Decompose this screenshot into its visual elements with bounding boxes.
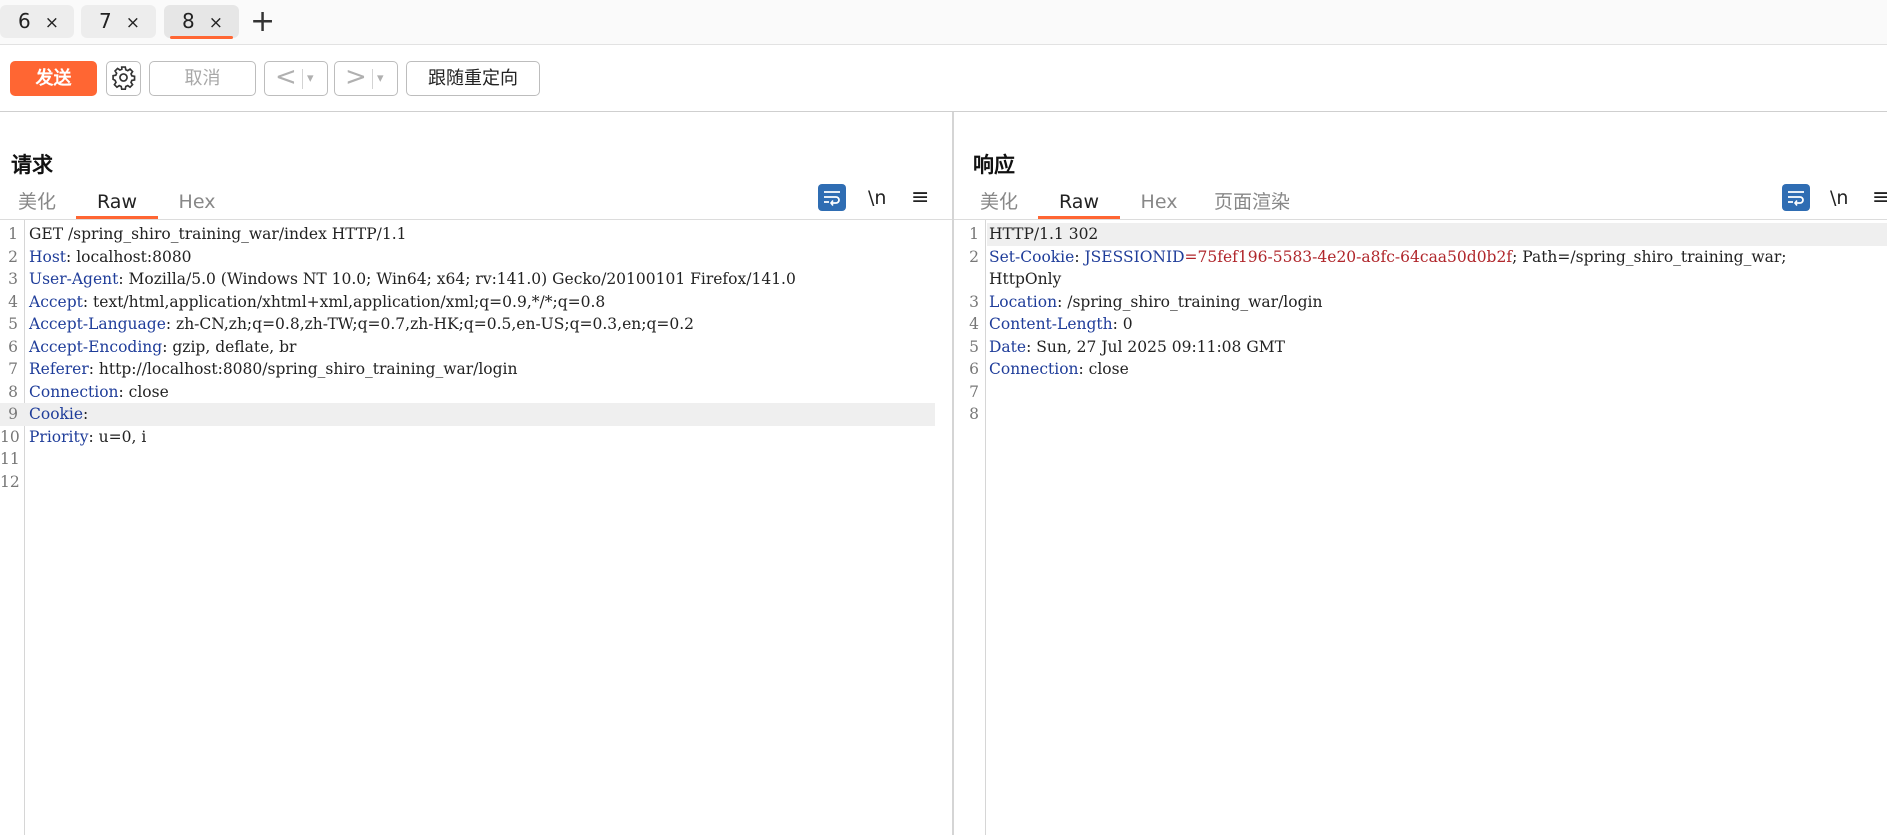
- tab-6[interactable]: 6 ×: [0, 5, 74, 38]
- settings-button[interactable]: [106, 61, 141, 96]
- code-line: 3 Location: /spring_shiro_training_war/lo…: [969, 292, 1323, 311]
- request-pane: 请求 美化 Raw Hex \n ≡ 1 GET /spring_shiro_tr…: [0, 112, 952, 835]
- code-line: 6 Connection: close: [969, 360, 1129, 378]
- tab-raw[interactable]: Raw: [1038, 185, 1120, 219]
- menu-icon[interactable]: ≡: [1872, 185, 1887, 211]
- tab-strip: 6 × 7 × 8 × +: [0, 0, 1887, 45]
- close-icon[interactable]: ×: [45, 13, 59, 33]
- code-line: 5 Date: Sun, 27 Jul 2025 09:11:08 GMT: [969, 337, 1285, 356]
- code-line: 1 GET /spring_shiro_training_war/index HT…: [8, 225, 407, 243]
- gear-icon: [112, 66, 136, 90]
- tab-pretty[interactable]: 美化: [18, 185, 56, 219]
- toolbar: 发送 取消 < ▾ > ▾ 跟随重定向: [0, 45, 1887, 112]
- code-line: 4 Accept: text/html,application/xhtml+xml…: [8, 292, 606, 311]
- code-line: 6 Accept-Encoding: gzip, deflate, br: [8, 337, 297, 356]
- tab-raw[interactable]: Raw: [76, 185, 158, 219]
- code-line: 12: [0, 472, 20, 491]
- response-title: 响应: [973, 153, 1015, 177]
- tab-hex[interactable]: Hex: [1140, 185, 1178, 219]
- cancel-button[interactable]: 取消: [149, 61, 256, 96]
- tab-8[interactable]: 8 ×: [164, 5, 239, 39]
- code-line: 8: [969, 405, 979, 423]
- add-tab-button[interactable]: +: [250, 6, 275, 38]
- code-line: 7: [969, 382, 979, 401]
- chevron-down-icon[interactable]: ▾: [307, 62, 314, 95]
- code-line: 5 Accept-Language: zh-CN,zh;q=0.8,zh-TW;q…: [8, 315, 695, 333]
- code-line: 3 User-Agent: Mozilla/5.0 (Windows NT 10.…: [8, 270, 796, 288]
- close-icon[interactable]: ×: [126, 13, 140, 33]
- code-line-current: 9 Cookie:: [0, 403, 935, 426]
- word-wrap-icon: [1788, 191, 1804, 206]
- word-wrap-button[interactable]: [818, 184, 846, 211]
- code-line: 2 Host: localhost:8080: [8, 247, 192, 266]
- word-wrap-button[interactable]: [1782, 184, 1810, 211]
- tab-label: 8: [182, 9, 195, 33]
- send-button[interactable]: 发送: [10, 61, 97, 96]
- close-icon[interactable]: ×: [209, 13, 223, 33]
- request-editor[interactable]: 1 GET /spring_shiro_training_war/index HT…: [0, 220, 952, 835]
- chevron-right-icon: >: [345, 62, 367, 92]
- code-line: 11: [0, 450, 20, 468]
- code-line-wrapped: HttpOnly: [989, 270, 1062, 288]
- code-line: 2 Set-Cookie: JSESSIONID=75fef196-5583-4e…: [969, 247, 1787, 266]
- response-pane: 响应 美化 Raw Hex 页面渲染 \n ≡ 1 HTTP/1.1 302 2S…: [954, 112, 1887, 835]
- chevron-left-icon: <: [275, 62, 297, 92]
- code-line: 4 Content-Length: 0: [969, 315, 1133, 333]
- request-title: 请求: [11, 153, 53, 177]
- tab-render[interactable]: 页面渲染: [1214, 185, 1290, 219]
- code-line: 10 Priority: u=0, i: [0, 427, 147, 446]
- code-line: 7 Referer: http://localhost:8080/spring_s…: [8, 360, 518, 378]
- tab-label: 6: [18, 9, 31, 33]
- chevron-down-icon[interactable]: ▾: [377, 62, 384, 95]
- word-wrap-icon: [824, 191, 840, 206]
- code-line: 8 Connection: close: [8, 382, 169, 401]
- show-newlines-button[interactable]: \n: [868, 185, 886, 211]
- divider: [302, 69, 303, 89]
- tab-label: 7: [99, 9, 112, 33]
- back-button[interactable]: < ▾: [264, 61, 328, 96]
- code-line: 1 HTTP/1.1 302: [969, 225, 1099, 243]
- tab-hex[interactable]: Hex: [178, 185, 216, 219]
- response-editor[interactable]: 1 HTTP/1.1 302 2 Set-Cookie: JSESSIONID=75…: [954, 220, 1887, 835]
- menu-icon[interactable]: ≡: [911, 185, 929, 211]
- tab-7[interactable]: 7 ×: [81, 5, 156, 38]
- show-newlines-button[interactable]: \n: [1830, 185, 1848, 211]
- forward-button[interactable]: > ▾: [334, 61, 398, 96]
- tab-pretty[interactable]: 美化: [980, 185, 1018, 219]
- follow-redirect-button[interactable]: 跟随重定向: [406, 61, 540, 96]
- divider: [372, 69, 373, 89]
